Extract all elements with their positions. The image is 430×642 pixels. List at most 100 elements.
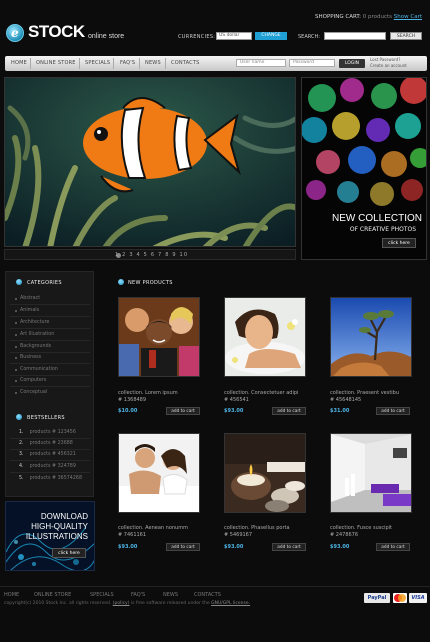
product-title[interactable]: collection. Praesent vestibu <box>330 390 399 396</box>
bestseller-item[interactable]: 4. products # 324789 <box>19 464 76 469</box>
clownfish-image <box>5 78 295 246</box>
add-to-cart-button[interactable]: add to cart <box>376 543 410 551</box>
add-to-cart-button[interactable]: add to cart <box>376 407 410 415</box>
purple-room-image <box>331 434 411 512</box>
footer-nav-home[interactable]: HOME <box>4 592 19 598</box>
category-item[interactable]: Architecture <box>20 320 49 325</box>
spa-woman-image <box>225 298 305 376</box>
nav-faqs[interactable]: FAQ'S <box>120 60 135 66</box>
bullet-icon <box>15 346 17 348</box>
category-item[interactable]: Abstract <box>20 296 40 301</box>
product-price: $93.00 <box>224 544 244 550</box>
privacy-link[interactable]: (policy) <box>113 601 130 606</box>
product-title[interactable]: collection. Consectetuer adipi <box>224 390 298 396</box>
product-image[interactable] <box>118 433 200 513</box>
product-title[interactable]: collection. Fusce suscipit <box>330 525 392 531</box>
product-id: # 45648145 <box>330 397 362 403</box>
search-button[interactable]: SEARCH <box>390 32 422 40</box>
copyright: copyright(c) 2010 Stock Inc. all rights … <box>4 601 251 606</box>
product-price: $93.00 <box>118 544 138 550</box>
category-item[interactable]: Conceptual <box>20 390 47 395</box>
product-id: # 5469167 <box>224 532 253 538</box>
bestsellers-title: BESTSELLERS <box>27 415 65 421</box>
collection-click-here-button[interactable]: click here <box>382 238 416 248</box>
nav-divider <box>113 58 114 69</box>
product-image[interactable] <box>330 297 412 377</box>
footer-nav-faqs[interactable]: FAQ'S <box>131 592 145 598</box>
footer-nav-specials[interactable]: SPECIALS <box>90 592 114 598</box>
nav-contacts[interactable]: CONTACTS <box>171 60 200 66</box>
bestseller-item[interactable]: 1. products # 123456 <box>19 430 76 435</box>
login-button[interactable]: LOGIN <box>339 59 365 68</box>
nav-online-store[interactable]: ONLINE STORE <box>36 60 76 66</box>
bullet-icon <box>118 279 124 285</box>
password-field[interactable]: Password <box>289 59 335 67</box>
footer-nav-online-store[interactable]: ONLINE STORE <box>34 592 71 598</box>
search-label: SEARCH: <box>298 34 320 40</box>
product-price: $10.00 <box>118 408 138 414</box>
divider <box>10 386 90 387</box>
bullet-icon <box>15 392 17 394</box>
paypal-icon: PayPal <box>364 593 390 603</box>
category-item[interactable]: Art Illustration <box>20 332 54 337</box>
cart-label: SHOPPING CART: <box>315 14 361 20</box>
bullet-icon <box>16 414 22 420</box>
product-title[interactable]: collection. Aenean nonumm <box>118 525 188 531</box>
hero-slideshow[interactable] <box>4 77 296 247</box>
divider <box>10 316 90 317</box>
currency-select[interactable]: US dollar <box>216 32 252 40</box>
footer-nav-contacts[interactable]: CONTACTS <box>194 592 221 598</box>
bestseller-item[interactable]: 3. products # 456321 <box>19 452 76 457</box>
bestseller-item[interactable]: 2. products # 23688 <box>19 441 73 446</box>
product-image[interactable] <box>224 297 306 377</box>
username-field[interactable]: User name <box>236 59 286 67</box>
create-account-link[interactable]: Create an account <box>370 63 407 69</box>
nav-news[interactable]: NEWS <box>145 60 161 66</box>
collection-title: NEW COLLECTION <box>331 213 422 224</box>
logo-name[interactable]: STOCK <box>28 22 85 42</box>
bullet-icon <box>15 322 17 324</box>
add-to-cart-button[interactable]: add to cart <box>272 407 306 415</box>
category-item[interactable]: Animals <box>20 308 39 313</box>
bestseller-item[interactable]: 5. products # 36574268 <box>19 476 82 481</box>
category-item[interactable]: Backgrounds <box>20 344 51 349</box>
product-image[interactable] <box>118 297 200 377</box>
mastercard-icon <box>393 593 407 603</box>
product-image[interactable] <box>224 433 306 513</box>
add-to-cart-button[interactable]: add to cart <box>272 543 306 551</box>
product-image[interactable] <box>330 433 412 513</box>
product-id: # 1368489 <box>118 397 147 403</box>
divider <box>10 328 90 329</box>
product-title[interactable]: collection. Phasellus porta <box>224 525 290 531</box>
party-people-image <box>119 298 199 376</box>
download-click-here-button[interactable]: click here <box>52 548 86 558</box>
bullet-icon <box>15 310 17 312</box>
candle-stones-image <box>225 434 305 512</box>
category-item[interactable]: Business <box>20 355 41 360</box>
product-price: $93.00 <box>330 544 350 550</box>
search-input[interactable] <box>324 32 386 40</box>
category-item[interactable]: Computers <box>20 378 46 383</box>
add-to-cart-button[interactable]: add to cart <box>166 407 200 415</box>
license-link[interactable]: GNU/GPL license. <box>211 601 250 606</box>
change-currency-button[interactable]: CHANGE <box>255 32 287 40</box>
nav-specials[interactable]: SPECIALS <box>85 60 110 66</box>
bullet-icon <box>15 369 17 371</box>
slideshow-pager[interactable]: 1 2 3 4 5 6 7 8 9 10 <box>115 252 188 258</box>
couple-bed-image <box>119 434 199 512</box>
product-price: $31.00 <box>330 408 350 414</box>
divider <box>10 460 90 461</box>
divider <box>10 363 90 364</box>
divider <box>10 352 90 353</box>
product-title[interactable]: collection. Lorem ipsum <box>118 390 178 396</box>
divider <box>10 438 90 439</box>
nav-divider <box>139 58 140 69</box>
divider <box>10 375 90 376</box>
nav-home[interactable]: HOME <box>11 60 27 66</box>
shopping-cart: SHOPPING CART: 0 products Show Cart <box>315 14 422 20</box>
show-cart-link[interactable]: Show Cart <box>394 14 422 20</box>
login-links: Lost Password? Create an account <box>370 57 407 69</box>
add-to-cart-button[interactable]: add to cart <box>166 543 200 551</box>
footer-nav-news[interactable]: NEWS <box>163 592 178 598</box>
category-item[interactable]: Communication <box>20 367 58 372</box>
